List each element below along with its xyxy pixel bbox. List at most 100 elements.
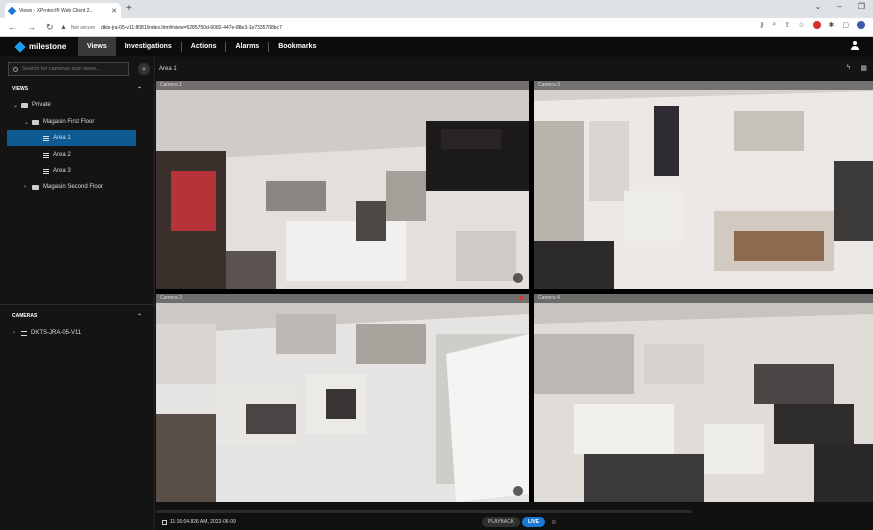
chevron-up-icon: ⌃ [136,313,142,320]
nav-investigations[interactable]: Investigations [116,37,181,56]
sidebar: « VIEWS ⌃ ⌄ Private ⌄ Magasin First Floo… [0,56,155,530]
tree-item-area-1[interactable]: Area 1 [7,130,136,146]
tree-item-server[interactable]: › DKTS-JRA-05-V11 [0,325,154,341]
cameras-header-label: CAMERAS [12,313,38,319]
camera-title: Camera 3 [534,81,873,90]
server-icon [21,330,27,336]
minimize-icon[interactable]: – [837,2,841,11]
window-controls: ⌄ – ❐ [815,2,865,11]
view-layout-icon [43,152,49,158]
camera-tile[interactable]: Camera 4 [534,294,873,502]
puzzle-icon[interactable]: ✱ [829,21,835,29]
views-header-label: VIEWS [12,86,29,92]
sidepanel-icon[interactable]: ▢ [842,21,849,29]
camera-feed-image [156,81,529,289]
timeline-track[interactable] [156,510,692,513]
view-layout-icon [43,135,49,141]
back-icon[interactable]: ← [8,21,17,33]
logo-text: milestone [29,42,67,51]
camera-snapshot-icon[interactable] [513,273,523,283]
url-text: dkts-jra-05-v11:8081/index.html#view=528… [101,24,282,31]
star-icon[interactable]: ☆ [798,21,804,29]
nav-alarms[interactable]: Alarms [226,37,268,56]
forward-icon[interactable]: → [27,21,36,33]
profile-avatar[interactable] [857,21,865,29]
browser-tab-bar: Views - XProtect® Web Client 2... ✕ + ⌄ … [0,0,873,18]
camera-feed-image [534,294,873,502]
tree-item-private[interactable]: ⌄ Private [0,97,154,113]
maximize-icon[interactable]: ❐ [858,2,865,11]
recording-indicator-icon [519,296,523,300]
app-top-nav: milestone Views Investigations Actions A… [0,37,873,56]
camera-feed-image [534,81,873,289]
sidebar-divider [0,304,154,305]
tree-item-label: DKTS-JRA-05-V11 [31,330,82,336]
chevron-right-icon: › [13,330,15,336]
view-title-bar: Area 1 ϟ ▦ [156,59,873,79]
url-field[interactable]: ▲ Not secure dkts-jra-05-v11:8081/index.… [60,21,282,34]
extension-icon[interactable] [812,21,821,29]
warning-icon: ▲ [60,24,67,31]
nav-bookmarks[interactable]: Bookmarks [269,37,325,56]
tree-item-area-2[interactable]: Area 2 [0,147,154,163]
camera-feed-image [156,294,529,502]
cameras-section-header[interactable]: CAMERAS ⌃ [0,309,154,323]
folder-icon [32,184,39,190]
lightning-icon[interactable]: ϟ [847,64,851,72]
view-tools: ϟ ▦ [847,64,867,72]
tab-search-icon[interactable]: ⌄ [815,2,822,11]
new-tab-button[interactable]: + [126,3,132,15]
browser-extension-icons: ⚷ ⌕ ⇪ ☆ ✱ ▢ [759,21,865,29]
browser-tab-title: Views - XProtect® Web Client 2... [19,7,94,14]
share-icon[interactable]: ⇪ [784,21,790,29]
tree-item-area-3[interactable]: Area 3 [0,163,154,179]
playback-mode-button[interactable]: PLAYBACK [482,517,521,527]
tree-item-label: Area 3 [53,168,71,174]
timestamp[interactable]: 11:16:04.826 AM, 2023-06-09 [162,519,236,525]
collapse-sidebar-button[interactable]: « [138,63,150,75]
folder-icon [32,119,39,125]
camera-tile[interactable]: Camera 2 [156,294,529,502]
settings-icon[interactable]: ⚙ [551,519,556,526]
live-mode-button[interactable]: LIVE [522,517,546,527]
nav-views[interactable]: Views [78,37,116,56]
views-section-header[interactable]: VIEWS ⌃ [0,82,154,96]
milestone-favicon-icon [7,6,17,15]
playback-bar: 11:16:04.826 AM, 2023-06-09 PLAYBACK LIV… [156,502,873,530]
tree-item-label: Magasin First Floor [43,119,95,125]
browser-tab[interactable]: Views - XProtect® Web Client 2... ✕ [5,3,121,18]
chevron-down-icon: ⌄ [24,119,30,126]
search-icon [13,66,18,72]
reload-icon[interactable]: ↻ [46,21,54,33]
nav-actions[interactable]: Actions [182,37,226,56]
browser-address-bar: ← → ↻ ▲ Not secure dkts-jra-05-v11:8081/… [0,18,873,37]
key-icon[interactable]: ⚷ [759,21,764,29]
camera-tile[interactable]: Camera 3 [534,81,873,289]
browser-nav-buttons: ← → ↻ [8,21,54,33]
tree-item-magasin-second-floor[interactable]: › Magasin Second Floor [0,179,154,195]
chevron-right-icon: › [24,184,26,190]
camera-tile[interactable]: Camera 1 [156,81,529,289]
not-secure-label: Not secure [70,24,96,31]
folder-icon [21,102,28,108]
tree-item-label: Area 2 [53,152,71,158]
view-layout-icon [43,168,49,174]
milestone-logo: milestone [14,40,78,53]
layout-icon[interactable]: ▦ [860,64,867,72]
camera-snapshot-icon[interactable] [513,486,523,496]
close-tab-icon[interactable]: ✕ [111,7,117,15]
tree-item-label: Private [32,102,51,108]
camera-search[interactable] [8,62,129,76]
camera-title: Camera 4 [534,294,873,303]
tree-item-label: Magasin Second Floor [43,184,104,190]
zoom-icon[interactable]: ⌕ [772,21,776,29]
user-icon[interactable] [850,41,859,51]
tree-item-magasin-first-floor[interactable]: ⌄ Magasin First Floor [0,114,154,130]
timestamp-text: 11:16:04.826 AM, 2023-06-09 [170,519,236,525]
view-title: Area 1 [159,66,177,72]
camera-title: Camera 1 [156,81,529,90]
calendar-icon [162,519,167,525]
tree-item-label: Area 1 [53,135,71,141]
chevron-down-icon: ⌄ [13,102,19,109]
search-input[interactable] [22,66,124,72]
